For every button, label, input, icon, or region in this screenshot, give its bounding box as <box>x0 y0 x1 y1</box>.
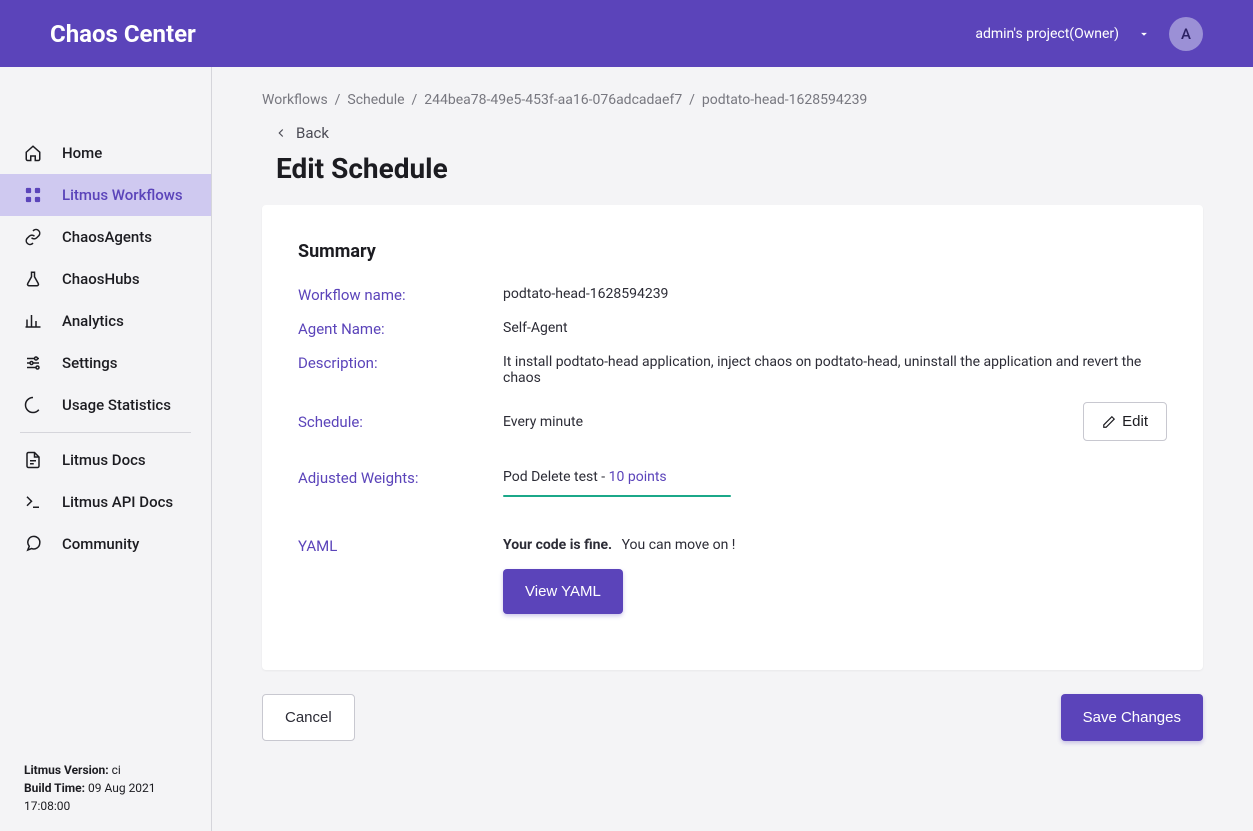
chat-icon <box>24 535 42 553</box>
sidebar-item-analytics[interactable]: Analytics <box>0 300 211 342</box>
footer-actions: Cancel Save Changes <box>262 694 1203 741</box>
weights-label: Adjusted Weights: <box>298 469 503 487</box>
top-header: Chaos Center admin's project(Owner) A <box>0 0 1253 67</box>
link-icon <box>24 228 42 246</box>
workflow-name-value: podtato-head-1628594239 <box>503 286 1167 302</box>
schedule-label: Schedule: <box>298 413 503 431</box>
edit-button-label: Edit <box>1122 413 1148 430</box>
edit-schedule-button[interactable]: Edit <box>1083 402 1167 441</box>
version-value: ci <box>109 763 121 777</box>
sidebar-item-home[interactable]: Home <box>0 132 211 174</box>
sidebar-item-settings[interactable]: Settings <box>0 342 211 384</box>
sidebar-item-label: Litmus Docs <box>62 451 146 469</box>
description-label: Description: <box>298 354 503 372</box>
page-title: Edit Schedule <box>276 152 1203 185</box>
sidebar-item-label: Litmus API Docs <box>62 493 173 511</box>
yaml-status-text: You can move on ! <box>622 537 736 553</box>
breadcrumb-item: podtato-head-1628594239 <box>702 92 867 108</box>
file-icon <box>24 451 42 469</box>
spinner-icon <box>24 396 42 414</box>
sidebar-item-label: Litmus Workflows <box>62 186 183 204</box>
back-button[interactable]: Back <box>274 124 1203 142</box>
terminal-icon <box>24 493 42 511</box>
cancel-button[interactable]: Cancel <box>262 694 355 741</box>
yaml-status-heading: Your code is fine. <box>503 537 612 553</box>
view-yaml-button[interactable]: View YAML <box>503 569 623 614</box>
yaml-label: YAML <box>298 537 503 555</box>
summary-heading: Summary <box>298 241 1167 262</box>
version-label: Litmus Version: <box>24 763 109 777</box>
yaml-section: Your code is fine. You can move on ! Vie… <box>503 537 1167 614</box>
weight-test-name: Pod Delete test - <box>503 469 609 485</box>
main-content: Workflows / Schedule / 244bea78-49e5-453… <box>212 67 1253 831</box>
chevron-left-icon <box>274 126 288 140</box>
sidebar-item-label: ChaosAgents <box>62 228 152 246</box>
sidebar-item-docs[interactable]: Litmus Docs <box>0 439 211 481</box>
breadcrumb: Workflows / Schedule / 244bea78-49e5-453… <box>262 92 1203 108</box>
sidebar-item-hubs[interactable]: ChaosHubs <box>0 258 211 300</box>
sidebar-item-usage[interactable]: Usage Statistics <box>0 384 211 426</box>
home-icon <box>24 144 42 162</box>
sidebar-item-label: Analytics <box>62 312 124 330</box>
build-label: Build Time: <box>24 781 85 795</box>
agent-name-label: Agent Name: <box>298 320 503 338</box>
sidebar-divider <box>20 432 191 433</box>
summary-card: Summary Workflow name: podtato-head-1628… <box>262 205 1203 670</box>
sidebar-item-label: Settings <box>62 354 118 372</box>
sidebar-footer: Litmus Version: ci Build Time: 09 Aug 20… <box>24 761 187 815</box>
workflow-name-label: Workflow name: <box>298 286 503 304</box>
sidebar-item-label: Usage Statistics <box>62 396 171 414</box>
app-title: Chaos Center <box>50 20 196 48</box>
header-right: admin's project(Owner) A <box>975 17 1203 51</box>
description-value: It install podtato-head application, inj… <box>503 354 1167 386</box>
chevron-down-icon[interactable] <box>1137 27 1151 41</box>
sliders-icon <box>24 354 42 372</box>
flask-icon <box>24 270 42 288</box>
sidebar-item-community[interactable]: Community <box>0 523 211 565</box>
breadcrumb-item[interactable]: Workflows <box>262 92 328 108</box>
workflows-icon <box>24 186 42 204</box>
sidebar-item-label: Community <box>62 535 139 553</box>
schedule-value: Every minute <box>503 414 793 430</box>
save-changes-button[interactable]: Save Changes <box>1061 694 1203 741</box>
project-selector-label[interactable]: admin's project(Owner) <box>975 26 1119 42</box>
breadcrumb-item[interactable]: 244bea78-49e5-453f-aa16-076adcadaef7 <box>424 92 682 108</box>
sidebar-item-api[interactable]: Litmus API Docs <box>0 481 211 523</box>
sidebar-item-agents[interactable]: ChaosAgents <box>0 216 211 258</box>
sidebar-item-workflows[interactable]: Litmus Workflows <box>0 174 211 216</box>
agent-name-value: Self-Agent <box>503 320 1167 336</box>
weight-points: 10 points <box>609 469 667 485</box>
avatar[interactable]: A <box>1169 17 1203 51</box>
sidebar-item-label: ChaosHubs <box>62 270 140 288</box>
weights-value: Pod Delete test - 10 points <box>503 469 1167 497</box>
weight-bar <box>503 495 731 497</box>
pencil-icon <box>1102 415 1116 429</box>
breadcrumb-item[interactable]: Schedule <box>347 92 404 108</box>
sidebar: Home Litmus Workflows ChaosAgents ChaosH… <box>0 67 212 831</box>
back-label: Back <box>296 124 329 142</box>
sidebar-item-label: Home <box>62 144 102 162</box>
chart-icon <box>24 312 42 330</box>
